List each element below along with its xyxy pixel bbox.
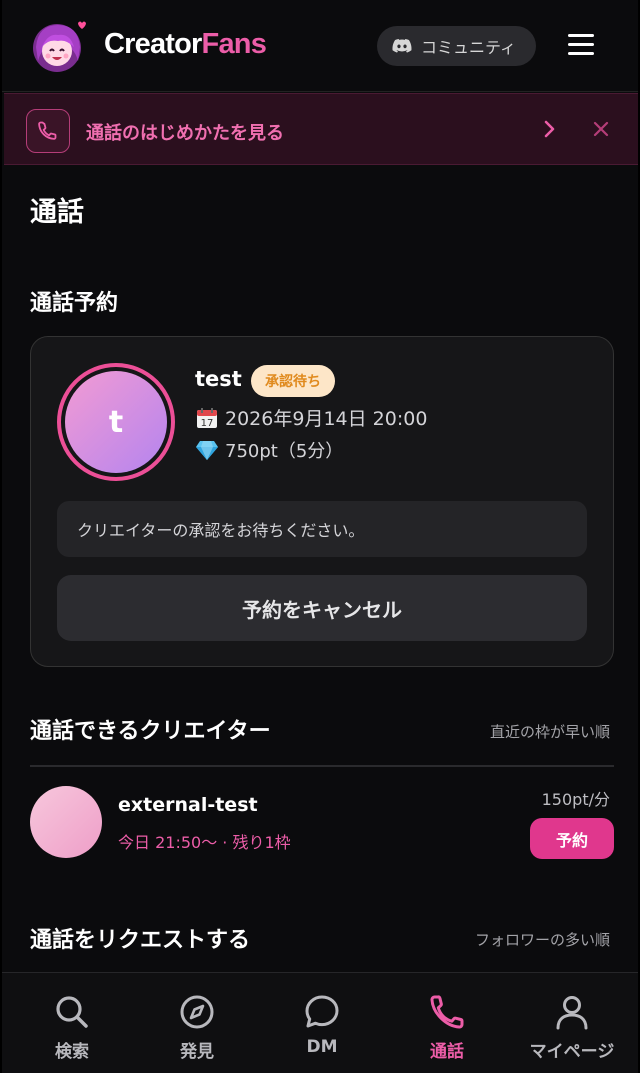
- user-icon: [556, 996, 588, 1030]
- cancel-reservation-button[interactable]: 予約をキャンセル: [57, 575, 587, 641]
- creator-price: 150pt/分: [541, 790, 610, 809]
- hamburger-menu-icon[interactable]: [564, 30, 598, 62]
- reservation-datetime: 17 2026年9月14日 20:00: [195, 404, 427, 431]
- call-guide-banner[interactable]: 通話のはじめかたを見る: [4, 93, 638, 165]
- page-title: 通話: [30, 197, 84, 228]
- creator-slot: 今日 21:50〜 · 残り1枠: [118, 833, 291, 852]
- phone-icon: [430, 995, 464, 1029]
- brand-logo-part1: Creator: [104, 28, 202, 60]
- avatar-initial: t: [65, 371, 167, 473]
- nav-label-call: 通話: [430, 1042, 464, 1062]
- nav-label-search: 検索: [55, 1042, 89, 1062]
- phone-icon: [26, 109, 70, 153]
- community-label: コミュニティ: [421, 38, 517, 57]
- available-sort-label[interactable]: 直近の枠が早い順: [490, 721, 610, 742]
- discord-icon: [392, 38, 412, 53]
- nav-label-dm: DM: [306, 1037, 338, 1057]
- divider: [30, 765, 614, 767]
- nav-item-search[interactable]: 検索: [22, 993, 122, 1062]
- reservation-price: 750pt（5分）: [195, 437, 343, 463]
- avatar[interactable]: [30, 786, 102, 858]
- status-badge: 承認待ち: [251, 365, 335, 397]
- nav-label-mypage: マイページ: [529, 1042, 615, 1062]
- svg-text:17: 17: [201, 418, 214, 429]
- book-button[interactable]: 予約: [530, 818, 614, 859]
- chevron-right-icon[interactable]: [540, 116, 560, 142]
- close-icon[interactable]: [590, 118, 612, 140]
- app-frame: CreatorFans コミュニティ 通話のはじめかたを見る 通話 通話予約 t…: [0, 0, 640, 1073]
- nav-item-dm[interactable]: DM: [272, 993, 372, 1057]
- nav-label-discover: 発見: [180, 1042, 214, 1062]
- reservation-creator-name: test: [195, 367, 242, 391]
- bottom-navigation: 検索 発見 DM 通話 マイページ: [2, 972, 638, 1073]
- community-button[interactable]: コミュニティ: [377, 26, 536, 66]
- nav-item-call[interactable]: 通話: [397, 993, 497, 1062]
- brand-logo-text[interactable]: CreatorFans: [104, 28, 267, 61]
- nav-item-discover[interactable]: 発見: [147, 993, 247, 1062]
- logo-mascot-icon[interactable]: [28, 17, 86, 75]
- request-sort-label[interactable]: フォロワーの多い順: [475, 929, 610, 950]
- request-section-title: 通話をリクエストする: [30, 928, 251, 953]
- available-section-title: 通話できるクリエイター: [30, 719, 271, 744]
- top-header: CreatorFans コミュニティ: [2, 0, 638, 92]
- reservation-card: t test 承認待ち 17 2026年9月14日 20:00 750pt（5分…: [30, 336, 614, 667]
- brand-logo-part2: Fans: [201, 28, 267, 60]
- search-icon: [56, 996, 88, 1028]
- gem-icon: [196, 441, 218, 460]
- reservation-note: クリエイターの承認をお待ちください。: [57, 501, 587, 557]
- calendar-icon: 17: [197, 407, 217, 429]
- creator-name: external-test: [118, 794, 258, 816]
- reservation-datetime-text: 2026年9月14日 20:00: [225, 408, 428, 430]
- compass-icon: [180, 995, 214, 1029]
- avatar[interactable]: t: [57, 363, 175, 481]
- nav-item-mypage[interactable]: マイページ: [522, 993, 622, 1062]
- reservation-price-text: 750pt（5分）: [225, 441, 344, 462]
- banner-text: 通話のはじめかたを見る: [86, 123, 284, 144]
- reservation-section-title: 通話予約: [30, 291, 119, 316]
- chat-bubble-icon: [305, 995, 339, 1028]
